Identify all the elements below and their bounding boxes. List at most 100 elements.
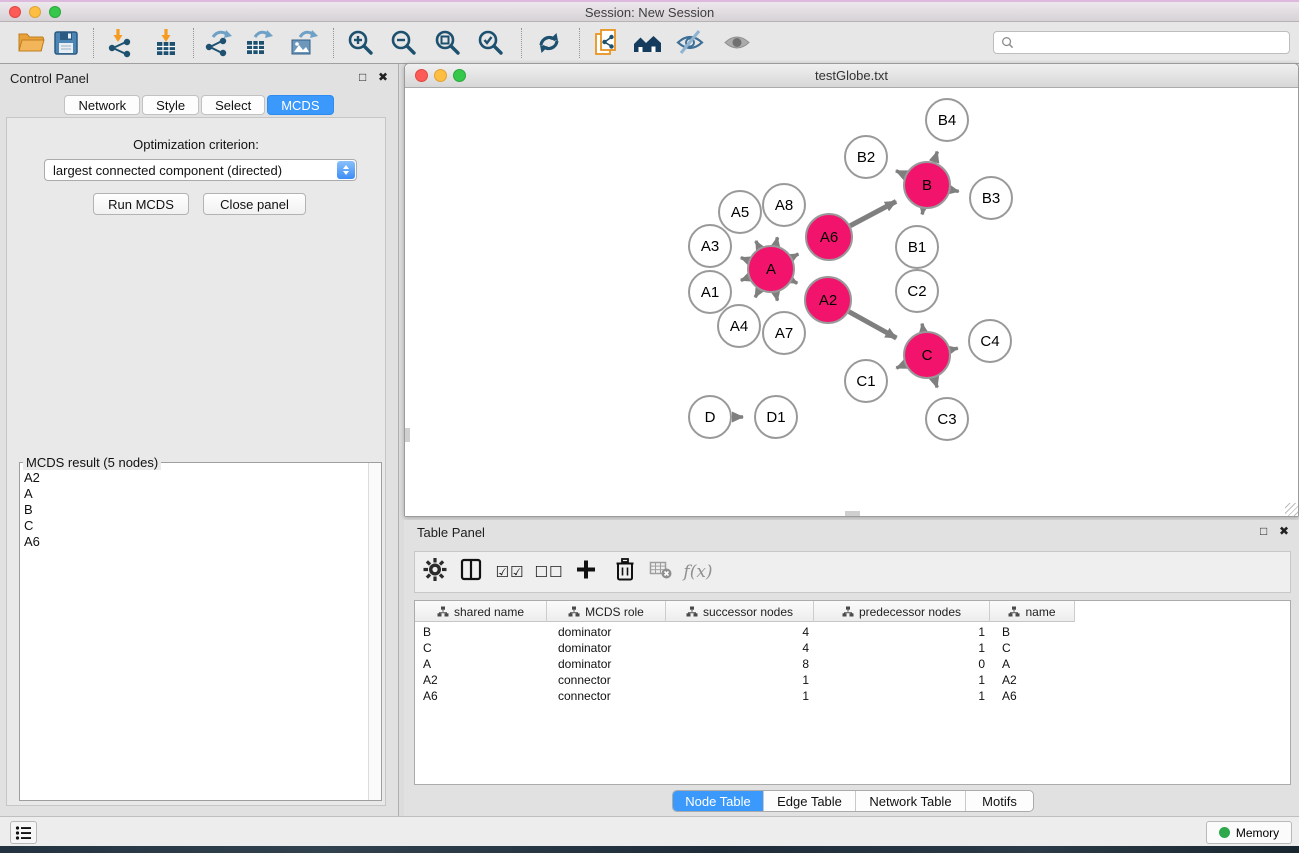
- memory-button[interactable]: Memory: [1206, 821, 1292, 844]
- table-row-B[interactable]: Bdominator41B: [415, 624, 1290, 640]
- graph-edge-A-A6[interactable]: [792, 254, 798, 257]
- column-header-successor-nodes[interactable]: successor nodes: [666, 601, 814, 622]
- deselect-all-icon[interactable]: ☐☐: [535, 563, 564, 581]
- export-network-icon[interactable]: [203, 27, 235, 59]
- home-layout-icon[interactable]: [632, 27, 664, 59]
- cell: 1: [814, 640, 990, 656]
- graph-node-label-A: A: [766, 261, 776, 278]
- graph-node-label-A6: A6: [820, 229, 838, 246]
- graph-node-label-C3: C3: [937, 411, 956, 428]
- table-row-C[interactable]: Cdominator41C: [415, 640, 1290, 656]
- graph-node-label-A4: A4: [730, 318, 748, 335]
- network-graph[interactable]: B4B2BB3A5A8A6A3B1AA1C2A2A4A7C4CC1C3DD1: [405, 88, 1298, 516]
- search-input[interactable]: [1019, 36, 1282, 50]
- tab-mcds[interactable]: MCDS: [267, 95, 333, 115]
- show-graphics-icon[interactable]: [721, 27, 753, 59]
- export-table-icon[interactable]: [243, 27, 275, 59]
- select-all-icon[interactable]: ☑☑: [496, 563, 525, 581]
- graph-edge-A-A7[interactable]: [776, 293, 778, 301]
- graph-edge-C-C4[interactable]: [950, 348, 957, 350]
- mcds-result-item[interactable]: A6: [20, 534, 367, 550]
- graph-edge-C-C1[interactable]: [896, 364, 905, 368]
- graph-edge-A-A5[interactable]: [756, 241, 760, 248]
- delete-table-icon[interactable]: [650, 559, 673, 586]
- graph-edge-A-A2[interactable]: [792, 280, 797, 283]
- cell: 1: [666, 688, 814, 704]
- mcds-result-item[interactable]: B: [20, 502, 367, 518]
- graph-edge-C-C2[interactable]: [922, 324, 923, 332]
- zoom-selected-icon[interactable]: [475, 27, 507, 59]
- table-row-A[interactable]: Adominator80A: [415, 656, 1290, 672]
- column-header-MCDS-role[interactable]: MCDS role: [547, 601, 666, 622]
- graph-node-label-B: B: [922, 177, 932, 194]
- mcds-result-item[interactable]: A2: [20, 470, 367, 486]
- task-history-button[interactable]: [10, 821, 37, 844]
- control-panel-tabs: NetworkStyleSelectMCDS: [0, 95, 398, 115]
- criterion-dropdown[interactable]: largest connected component (directed): [44, 159, 357, 181]
- close-panel-icon[interactable]: ✖: [378, 71, 388, 83]
- import-network-icon[interactable]: [104, 27, 136, 59]
- resize-grip[interactable]: [1285, 503, 1298, 516]
- function-builder-icon[interactable]: f(x): [683, 562, 712, 582]
- graph-edge-A-A1[interactable]: [741, 277, 749, 280]
- export-image-icon[interactable]: [288, 27, 320, 59]
- network-canvas[interactable]: B4B2BB3A5A8A6A3B1AA1C2A2A4A7C4CC1C3DD1: [405, 88, 1298, 516]
- table-close-icon[interactable]: ✖: [1279, 525, 1289, 537]
- graph-node-label-B2: B2: [857, 149, 875, 166]
- table-row-A2[interactable]: A2connector11A2: [415, 672, 1290, 688]
- cell: 1: [814, 688, 990, 704]
- import-table-icon[interactable]: [150, 27, 182, 59]
- task-list-icon: [15, 825, 33, 841]
- column-header-name[interactable]: name: [990, 601, 1075, 622]
- tab-network[interactable]: Network: [64, 95, 140, 115]
- show-columns-icon[interactable]: [459, 558, 483, 587]
- cell: dominator: [547, 624, 666, 640]
- network-window-title: testGlobe.txt: [405, 68, 1298, 83]
- add-column-icon[interactable]: [574, 558, 598, 587]
- graph-node-label-C: C: [922, 347, 933, 364]
- tab-select[interactable]: Select: [201, 95, 265, 115]
- tab-edge-table[interactable]: Edge Table: [764, 791, 856, 812]
- vertical-scrollbar-thumb[interactable]: [405, 428, 410, 442]
- table-panel-title: Table Panel: [417, 525, 485, 540]
- column-header-predecessor-nodes[interactable]: predecessor nodes: [814, 601, 990, 622]
- network-window-titlebar[interactable]: testGlobe.txt: [405, 64, 1298, 88]
- close-panel-button[interactable]: Close panel: [203, 193, 306, 215]
- horizontal-scrollbar-thumb[interactable]: [845, 511, 860, 516]
- control-panel: Control Panel □ ✖ NetworkStyleSelectMCDS…: [0, 64, 399, 816]
- graph-edge-C-C3[interactable]: [934, 378, 937, 388]
- open-session-icon[interactable]: [15, 27, 47, 59]
- column-header-shared-name[interactable]: shared name: [415, 601, 547, 622]
- run-mcds-button[interactable]: Run MCDS: [93, 193, 189, 215]
- network-document-icon[interactable]: [591, 27, 623, 59]
- table-row-A6[interactable]: A6connector11A6: [415, 688, 1290, 704]
- zoom-in-icon[interactable]: [345, 27, 377, 59]
- graph-edge-A2-C[interactable]: [849, 312, 896, 338]
- graph-node-label-C1: C1: [856, 373, 875, 390]
- graph-edge-B-B1[interactable]: [922, 209, 923, 215]
- graph-edge-A-A4[interactable]: [755, 290, 759, 297]
- delete-column-icon[interactable]: [613, 557, 637, 588]
- tab-style[interactable]: Style: [142, 95, 199, 115]
- tab-motifs[interactable]: Motifs: [966, 791, 1033, 812]
- zoom-fit-icon[interactable]: [432, 27, 464, 59]
- refresh-icon[interactable]: [533, 27, 565, 59]
- table-settings-icon[interactable]: [423, 558, 447, 587]
- graph-edge-A-A3[interactable]: [741, 258, 749, 261]
- hide-graphics-icon[interactable]: [674, 27, 706, 59]
- graph-edge-B-B2[interactable]: [896, 171, 905, 175]
- zoom-out-icon[interactable]: [388, 27, 420, 59]
- float-panel-icon[interactable]: □: [359, 71, 366, 83]
- tab-node-table[interactable]: Node Table: [673, 791, 764, 812]
- graph-edge-A-A8[interactable]: [776, 237, 778, 245]
- table-float-icon[interactable]: □: [1260, 525, 1267, 537]
- graph-edge-A6-B[interactable]: [850, 201, 896, 225]
- tab-network-table[interactable]: Network Table: [856, 791, 966, 812]
- mcds-result-item[interactable]: A: [20, 486, 367, 502]
- mcds-result-item[interactable]: C: [20, 518, 367, 534]
- graph-edge-B-B4[interactable]: [934, 152, 937, 163]
- save-session-icon[interactable]: [50, 27, 82, 59]
- mcds-list-scrollbar[interactable]: [368, 463, 381, 800]
- mcds-result-list: A2ABCA6: [20, 470, 367, 550]
- graph-edge-B-B3[interactable]: [951, 190, 959, 192]
